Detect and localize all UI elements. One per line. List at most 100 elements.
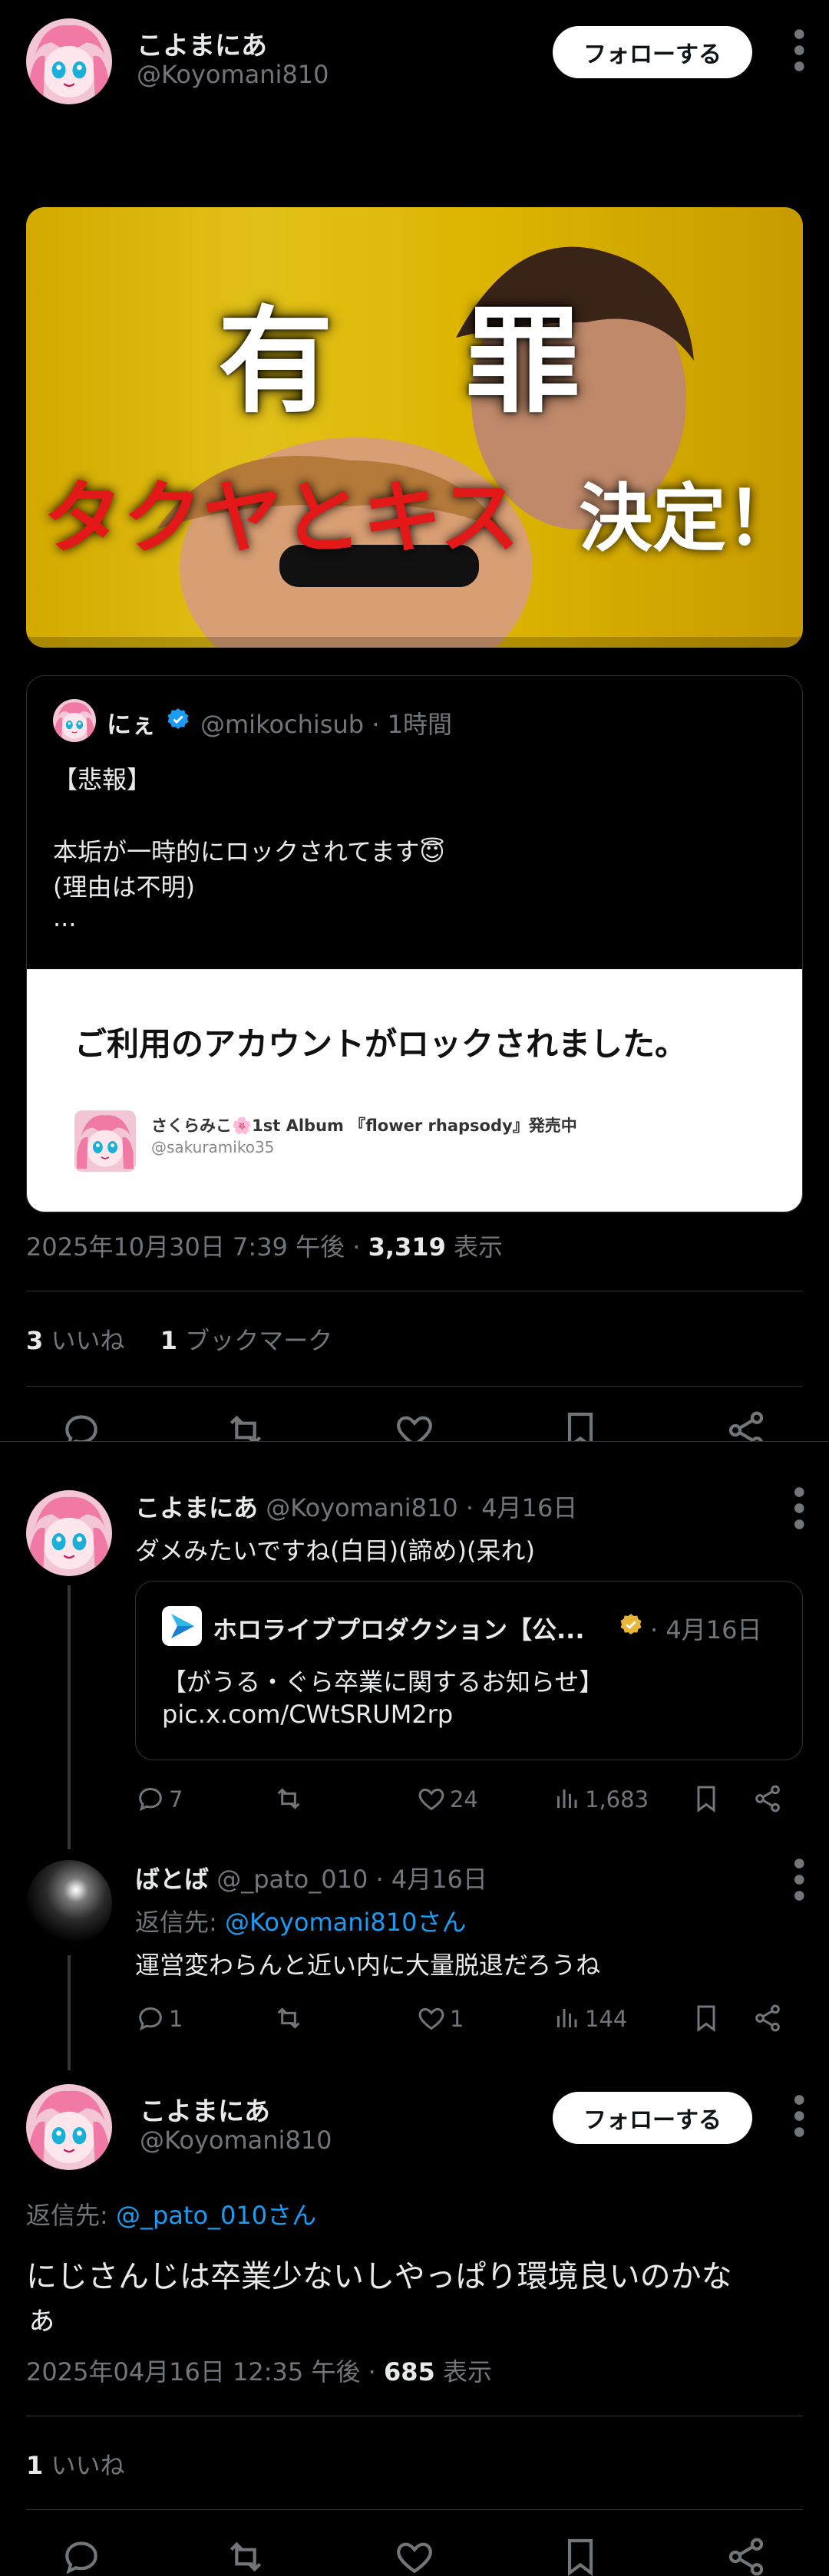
like-icon[interactable]: [393, 1409, 436, 1441]
bookmark-icon[interactable]: [691, 1783, 722, 1814]
post-metadata: 2025年04月16日 12:35 午後 · 685 表示: [26, 2357, 492, 2386]
views-label: 表示: [454, 1232, 504, 1262]
image-title-line1: 有 罪: [218, 295, 627, 429]
author-handle[interactable]: @Koyomani810: [140, 2126, 332, 2155]
like-icon[interactable]: [393, 2535, 436, 2576]
views-icon[interactable]: [553, 1785, 580, 1812]
quote-text-line3: (理由は不明): [53, 872, 195, 902]
reply-author-name[interactable]: こよまにあ: [135, 1493, 258, 1522]
main-post-actions: [0, 1409, 829, 1441]
views-label: 表示: [442, 2357, 492, 2386]
quote-image-avatar: [74, 1110, 136, 1172]
author-handle[interactable]: @Koyomani810: [137, 60, 329, 89]
quote-avatar: [53, 699, 96, 742]
reply-author-name[interactable]: ばとば: [135, 1865, 209, 1894]
post-text-line1: にじさんじは卒業少ないしやっぱり環境良いのかな: [26, 2259, 732, 2294]
reply-count: 1: [169, 2006, 183, 2032]
share-icon[interactable]: [752, 1783, 783, 1814]
likes-stat[interactable]: 3 いいね: [26, 1326, 124, 1355]
like-count: 24: [450, 1786, 478, 1812]
views-count: 685: [383, 2357, 435, 2386]
image-title-line2b: 決定！: [579, 476, 800, 562]
avatar[interactable]: [26, 18, 112, 104]
post-text-line2: ぁ: [26, 2302, 57, 2337]
retweet-icon[interactable]: [224, 2535, 267, 2576]
more-icon[interactable]: •••: [782, 2091, 814, 2139]
reply-text: 運営変わらんと近い内に大量脱退だろうね: [135, 1951, 601, 1980]
divider: [26, 1386, 803, 1387]
view-count: 144: [585, 2006, 628, 2032]
more-icon[interactable]: •••: [782, 25, 814, 74]
author-name[interactable]: こよまにあ: [140, 2090, 270, 2128]
reply-quote-text-line1: 【がうる・ぐら卒業に関するお知らせ】: [162, 1667, 604, 1697]
reply-author-handle[interactable]: @_pato_010: [216, 1865, 368, 1894]
quote-author-name: にぇ: [107, 710, 157, 739]
hololive-logo-icon: [162, 1606, 202, 1646]
quote-text-line4: ...: [53, 903, 77, 932]
reply-quote-text-line2[interactable]: pic.x.com/CWtSRUM2rp: [162, 1700, 453, 1729]
bookmark-icon[interactable]: [691, 2003, 722, 2033]
reply-icon[interactable]: [135, 2003, 166, 2033]
reply-text: ダメみたいですね(白目)(諦め)(呆れ): [135, 1536, 535, 1565]
more-icon[interactable]: •••: [782, 1483, 814, 1532]
reply-time[interactable]: 4月16日: [391, 1865, 487, 1894]
views-count: 3,319: [368, 1232, 446, 1262]
reply-to: 返信先: @_pato_010さん: [26, 2201, 317, 2230]
reply-count: 7: [169, 1786, 183, 1812]
follow-button[interactable]: フォローする: [553, 2092, 752, 2144]
divider: [0, 1441, 829, 1442]
reply-avatar[interactable]: [26, 1860, 112, 1946]
like-icon[interactable]: [416, 1783, 447, 1814]
engagement-stats: 1 いいね: [26, 2446, 124, 2482]
quoted-post[interactable]: にぇ @mikochisub · 1時間 【悲報】 本垢が一時的にロックされてま…: [26, 675, 803, 1212]
reply-header: ばとば @_pato_010 · 4月16日: [135, 1865, 487, 1894]
engagement-stats: 3 いいね 1 ブックマーク: [26, 1321, 332, 1357]
like-icon[interactable]: [416, 2003, 447, 2033]
retweet-icon[interactable]: [224, 1409, 267, 1441]
reply-to-link[interactable]: @_pato_010さん: [116, 2201, 316, 2230]
bookmark-icon[interactable]: [559, 2535, 602, 2576]
more-icon[interactable]: •••: [782, 1855, 814, 1903]
post-metadata: 2025年10月30日 7:39 午後 · 3,319 表示: [26, 1232, 504, 1262]
share-icon[interactable]: [725, 2535, 768, 2576]
quote-text-line1: 【悲報】: [53, 765, 152, 794]
likes-stat[interactable]: 1 いいね: [26, 2451, 124, 2480]
quote-author-handle: @mikochisub · 1時間: [200, 710, 452, 739]
reply-to-link[interactable]: @Koyomani810さん: [225, 1908, 467, 1937]
view-count: 1,683: [585, 1786, 649, 1812]
avatar[interactable]: [26, 2084, 112, 2170]
focus-post-actions: [0, 2532, 829, 2576]
quote-image-heading: ご利用のアカウントがロックされました。: [74, 1025, 688, 1063]
reply-icon[interactable]: [60, 2535, 103, 2576]
bookmark-icon[interactable]: [559, 1409, 602, 1441]
bookmarks-stat[interactable]: 1 ブックマーク: [160, 1326, 332, 1355]
share-icon[interactable]: [752, 2003, 783, 2033]
timestamp[interactable]: 2025年10月30日 7:39 午後: [26, 1232, 345, 1262]
timestamp[interactable]: 2025年04月16日 12:35 午後: [26, 2357, 360, 2386]
like-count: 1: [450, 2006, 464, 2032]
divider: [26, 2509, 803, 2510]
quote-image-user-name: さくらみこ🌸1st Album 『flower rhapsody』発売中: [151, 1116, 577, 1135]
reply-time[interactable]: 4月16日: [481, 1493, 577, 1522]
share-icon[interactable]: [725, 1409, 768, 1441]
reply-quote-author-name: ホロライブプロダクション【公...: [213, 1615, 585, 1644]
reply-avatar[interactable]: [26, 1490, 112, 1576]
quote-image[interactable]: ご利用のアカウントがロックされました。 さくらみこ🌸1st Album 『flo…: [27, 969, 802, 1212]
retweet-icon[interactable]: [273, 2003, 304, 2033]
author-name[interactable]: こよまにあ: [137, 25, 267, 62]
reply-actions: 7 24 1,683: [135, 1782, 803, 1819]
quote-image-user-handle: @sakuramiko35: [151, 1138, 275, 1156]
thread-line: [68, 1585, 71, 1849]
follow-button[interactable]: フォローする: [553, 26, 752, 78]
image-title-line2a: タクヤとキス: [43, 471, 520, 565]
retweet-icon[interactable]: [273, 1783, 304, 1814]
reply-to: 返信先: @Koyomani810さん: [135, 1908, 467, 1937]
reply-quoted-post[interactable]: ホロライブプロダクション【公... · 4月16日 【がうる・ぐら卒業に関するお…: [135, 1581, 803, 1760]
reply-icon[interactable]: [135, 1783, 166, 1814]
views-icon[interactable]: [553, 2004, 580, 2032]
thread-line: [68, 1955, 71, 2070]
reply-actions: 1 1 144: [135, 2001, 803, 2038]
reply-icon[interactable]: [60, 1409, 103, 1441]
post-image[interactable]: 有 罪 タクヤとキス 決定！: [26, 207, 803, 648]
reply-author-handle[interactable]: @Koyomani810: [266, 1493, 458, 1522]
